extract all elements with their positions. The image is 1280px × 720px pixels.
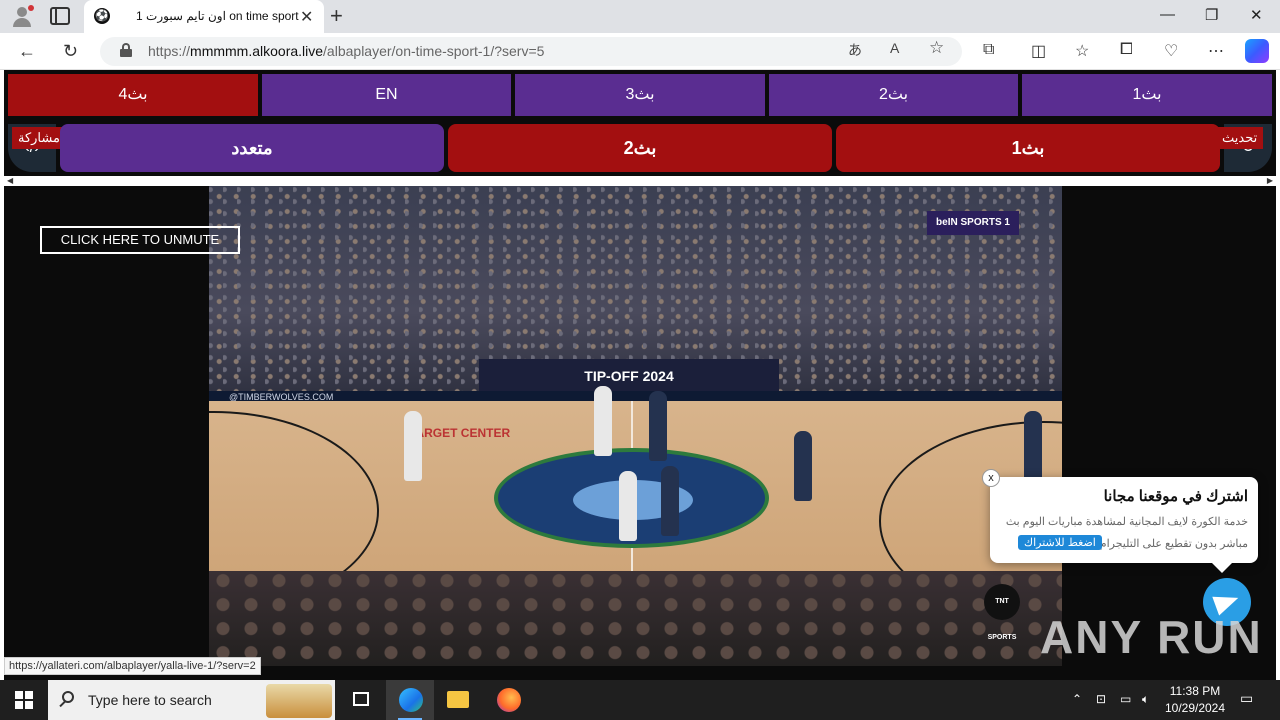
search-highlight-image[interactable] [266,684,332,718]
url-text: https://mmmmm.alkoora.live/albaplayer/on… [148,43,545,59]
soccer-ball-icon: ⚽ [94,8,110,24]
extensions-icon[interactable]: ⧉ [983,41,994,59]
system-clock[interactable]: 11:38 PM 10/29/2024 [1160,683,1230,717]
window-close-icon[interactable]: ✕ [1250,6,1263,24]
firefox-icon[interactable] [484,680,532,720]
reload-icon[interactable]: ↻ [63,41,78,62]
clock-time: 11:38 PM [1169,684,1221,698]
tab-title: اون تايم سبورت 1 on time sport [136,9,299,23]
horizontal-scrollbar[interactable]: ◀ ▶ [4,176,1276,186]
favorites-icon[interactable]: ☆ [1075,41,1089,61]
read-aloud-icon[interactable]: A [890,40,899,56]
player [649,391,667,461]
profile-icon[interactable] [10,5,34,29]
stream-1-button[interactable]: بث1 [836,124,1220,172]
subscribe-button[interactable]: اضغط للاشتراك [1018,535,1102,550]
copilot-icon[interactable] [1245,39,1269,63]
player [619,471,637,541]
taskbar-search[interactable]: Type here to search [48,680,335,720]
status-bar-url: https://yallateri.com/albaplayer/yalla-l… [4,657,261,675]
search-icon [62,691,74,703]
minimize-icon[interactable]: — [1160,6,1175,23]
show-hidden-icons[interactable]: ⌃ [1072,692,1082,706]
network-icon[interactable]: ▭ [1120,692,1131,706]
video-player[interactable]: TIP-OFF 2024 @TIMBERWOLVES.COM TARGET CE… [209,186,1062,666]
foreground-crowd [209,571,1062,666]
tnt-sports-logo: TNT SPORTS [984,584,1020,641]
back-arrow-icon[interactable]: ← [18,41,36,62]
tab-actions-icon[interactable] [50,7,70,25]
network-adapter-icon[interactable]: ⊡ [1096,692,1106,706]
split-screen-icon[interactable]: ◫ [1031,41,1046,61]
court-sponsor-text: TARGET CENTER [409,426,511,440]
clock-date: 10/29/2024 [1164,701,1226,715]
tip-off-banner: TIP-OFF 2024 [479,359,779,393]
player [661,466,679,536]
edge-taskbar-icon[interactable] [386,680,434,720]
windows-start-icon[interactable] [15,691,33,709]
translate-icon[interactable]: あ [848,40,862,60]
server-button-2[interactable]: بث2 [769,74,1018,116]
server-button-4[interactable]: بث4 [8,74,258,116]
browser-essentials-icon[interactable]: ♡ [1164,41,1178,61]
refresh-label[interactable]: تحديث [1216,127,1264,149]
stream-2-button[interactable]: بث2 [448,124,832,172]
server-button-1[interactable]: بث1 [1022,74,1272,116]
player [404,411,422,481]
search-placeholder: Type here to search [88,692,212,708]
bein-sports-logo: beIN SPORTS 1 [927,211,1019,235]
popup-close-icon[interactable]: x [982,469,1000,487]
scroll-right-icon[interactable]: ▶ [1267,176,1273,185]
player [794,431,812,501]
share-label[interactable]: مشاركة [12,127,66,149]
notifications-icon[interactable]: ▭ [1240,690,1253,707]
address-toolbar: ← ↻ https://mmmmm.alkoora.live/albaplaye… [0,33,1280,70]
multi-stream-button[interactable]: متعدد [60,124,444,172]
lock-icon[interactable] [120,43,132,57]
active-tab[interactable]: ⚽ اون تايم سبورت 1 on time sport ✕ [84,0,324,33]
player [1024,411,1042,481]
anyrun-watermark: ANY RUN [1040,611,1263,663]
task-view-icon[interactable] [338,680,386,720]
telegram-subscribe-popup[interactable]: اشترك في موقعنا مجانا خدمة الكورة لايف ا… [990,477,1258,573]
volume-icon[interactable]: 🔈︎ [1142,692,1149,707]
more-menu-icon[interactable]: ⋯ [1208,41,1224,61]
restore-icon[interactable]: ❐ [1205,6,1218,24]
page-content: بث4 EN بث3 بث2 بث1 ‹/› مشاركة متعدد بث2 … [0,70,1280,680]
tab-strip: ⚽ اون تايم سبورت 1 on time sport ✕ + — ❐… [0,0,1280,33]
favorite-star-icon[interactable]: ☆ [929,38,944,58]
tab-close-icon[interactable]: ✕ [300,7,313,27]
address-bar[interactable]: https://mmmmm.alkoora.live/albaplayer/on… [100,37,962,66]
player [594,386,612,456]
new-tab-icon[interactable]: + [330,3,343,29]
server-button-en[interactable]: EN [262,74,511,116]
collections-icon[interactable]: ⧠ [1120,41,1133,59]
scroll-left-icon[interactable]: ◀ [7,176,13,185]
unmute-button[interactable]: CLICK HERE TO UNMUTE [40,226,240,254]
server-button-3[interactable]: بث3 [515,74,765,116]
file-explorer-icon[interactable] [434,680,482,720]
taskbar: Type here to search ⌃ ⊡ ▭ 🔈︎ 11:38 PM 10… [0,680,1280,720]
popup-title: اشترك في موقعنا مجانا [1103,488,1248,505]
